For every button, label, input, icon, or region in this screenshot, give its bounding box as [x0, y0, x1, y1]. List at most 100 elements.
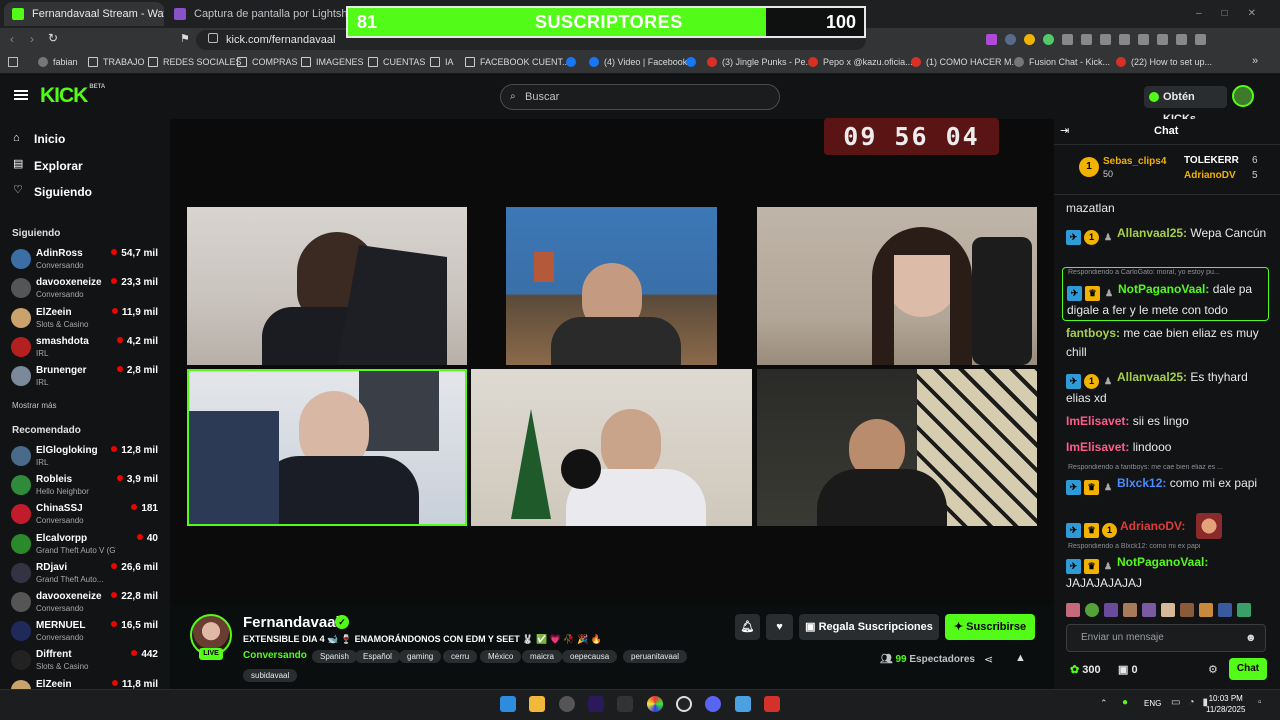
tag-7[interactable]: peruanitavaal: [623, 650, 688, 663]
sidebar-channel-chinassj[interactable]: ChinaSSJ Conversando 181: [0, 502, 170, 530]
notification-icon[interactable]: ▫: [1258, 697, 1262, 708]
subscribe-button[interactable]: ✦ Suscribirse: [945, 614, 1035, 640]
language-indicator[interactable]: ENG: [1144, 699, 1161, 708]
tag-8[interactable]: subidavaal: [243, 669, 298, 682]
emote-bar[interactable]: [1066, 603, 1266, 617]
extension-icons[interactable]: [986, 34, 1256, 46]
collapse-chat-icon[interactable]: ⇥: [1060, 124, 1069, 137]
color-app-icon[interactable]: [647, 696, 663, 712]
chat-username[interactable]: ImElisavet:: [1066, 440, 1129, 454]
bookmark-jingle-punks[interactable]: (3) Jingle Punks - Pe...: [707, 57, 813, 67]
bookmark-cuentas[interactable]: CUENTAS: [368, 57, 425, 67]
bookmark-redes-sociales[interactable]: REDES SOCIALES: [148, 57, 242, 67]
nav-explorar[interactable]: Explorar: [34, 159, 83, 173]
sidebar-channel-brunenger[interactable]: Brunenger IRL 2,8 mil: [0, 364, 170, 392]
chat-username[interactable]: NotPaganoVaal:: [1118, 282, 1209, 296]
taskbar-clock[interactable]: 10:03 PM 11/28/2025: [1206, 693, 1245, 715]
chat-username[interactable]: AdrianoDV:: [1120, 519, 1185, 533]
tag-3[interactable]: cerru: [443, 650, 478, 663]
bookmark-circle[interactable]: [566, 57, 581, 67]
windows-start-icon[interactable]: [500, 696, 516, 712]
bookmark-ia[interactable]: IA: [430, 57, 454, 67]
browser-taskbar-icon[interactable]: [559, 696, 575, 712]
brave-icon[interactable]: [764, 696, 780, 712]
emoji-icon[interactable]: ☻: [1245, 632, 1257, 644]
menu-icon[interactable]: [14, 90, 28, 100]
chat-text: Wepa Cancún: [1187, 226, 1267, 240]
tag-1[interactable]: Español: [355, 650, 400, 663]
tag-0[interactable]: Spanish: [312, 650, 357, 663]
sidebar-channel-davooxeneize[interactable]: davooxeneize Conversando 23,3 mil: [0, 276, 170, 304]
tag-2[interactable]: gaming: [399, 650, 442, 663]
bookmark-imagenes[interactable]: IMAGENES: [301, 57, 364, 67]
reload-icon[interactable]: ↻: [48, 31, 58, 45]
bookmark-icon[interactable]: ⚑: [180, 32, 190, 45]
bookmark-pepo[interactable]: Pepo x @kazu.oficia...: [808, 57, 913, 67]
premiere-icon[interactable]: [588, 696, 604, 712]
sidebar-channel-rdjavi[interactable]: RDjavi Grand Theft Auto... 26,6 mil: [0, 561, 170, 589]
bookmark-how-to-set-up[interactable]: (22) How to set up...: [1116, 57, 1212, 67]
follow-heart-button[interactable]: ♥: [766, 614, 793, 640]
points-display[interactable]: ✿ 300: [1070, 663, 1101, 676]
chat-username[interactable]: ImElisavet:: [1066, 414, 1129, 428]
sidebar-channel-diffrent[interactable]: Diffrent Slots & Casino 442: [0, 648, 170, 676]
window-controls[interactable]: –□✕: [1196, 8, 1276, 19]
sidebar-channel-elcalvorpp[interactable]: ElcalvorppGrand Theft Auto V (GTA) 40: [0, 532, 170, 560]
bookmark-video-facebook[interactable]: (4) Video | Facebook: [589, 57, 687, 67]
bookmark-fusion-chat[interactable]: Fusion Chat - Kick...: [1014, 57, 1110, 67]
chat-text: JAJAJAJAJAJ: [1066, 576, 1143, 590]
share-icon[interactable]: ⋖: [984, 653, 993, 666]
chat-input[interactable]: Enviar un mensaje: [1066, 624, 1266, 652]
mic-icon[interactable]: ●: [1122, 697, 1128, 708]
stream-category[interactable]: Conversando: [243, 650, 307, 661]
tag-5[interactable]: maicra: [522, 650, 563, 663]
bookmark-fabian[interactable]: fabian: [38, 57, 78, 67]
sidebar-channel-smashdota[interactable]: smashdota IRL 4,2 mil: [0, 335, 170, 363]
sidebar-channel-davooxeneize[interactable]: davooxeneize Conversando 22,8 mil: [0, 590, 170, 618]
report-icon[interactable]: ▲: [1015, 652, 1026, 664]
chat-username[interactable]: fantboys:: [1066, 326, 1120, 340]
more-bookmarks-icon[interactable]: »: [1252, 55, 1258, 67]
bookmark-compras[interactable]: COMPRAS: [237, 57, 298, 67]
send-chat-button[interactable]: Chat: [1229, 658, 1267, 680]
search-input[interactable]: ⌕ Buscar: [500, 84, 780, 110]
notification-bell-button[interactable]: 🔔︎: [735, 614, 760, 640]
tag-4[interactable]: México: [480, 650, 522, 663]
obs-icon[interactable]: [676, 696, 692, 712]
bookmark-facebook[interactable]: [686, 57, 701, 67]
back-icon[interactable]: ‹: [10, 32, 14, 46]
chat-username[interactable]: NotPaganoVaal:: [1117, 555, 1208, 569]
notepad-icon[interactable]: [735, 696, 751, 712]
browser-tab[interactable]: Captura de pantalla por Lightshot: [166, 2, 346, 26]
apps-icon[interactable]: [8, 57, 18, 67]
nav-inicio[interactable]: Inicio: [34, 132, 65, 146]
show-more-link[interactable]: Mostrar más: [12, 401, 56, 410]
chat-username[interactable]: Allanvaal25:: [1117, 226, 1187, 240]
sidebar-channel-elglogloking[interactable]: ElGlogloking IRL 12,8 mil: [0, 444, 170, 472]
bookmark-como-hacer[interactable]: (1) COMO HACER M...: [911, 57, 1019, 67]
user-avatar[interactable]: [1232, 85, 1254, 107]
get-kicks-button[interactable]: Obtén KICKs: [1144, 86, 1227, 125]
site-info-icon[interactable]: [208, 33, 218, 43]
gift-subs-button[interactable]: ▣ Regala Suscripciones: [799, 614, 939, 640]
bookmark-facebook-cuentas[interactable]: FACEBOOK CUENT...: [465, 57, 570, 67]
tray-chevron-icon[interactable]: ⌃: [1100, 698, 1108, 709]
nav-siguiendo[interactable]: Siguiendo: [34, 185, 92, 199]
browser-tab-active[interactable]: Fernandavaal Stream - Watch Li... ✕: [4, 2, 164, 26]
bookmark-trabajo[interactable]: TRABAJO: [88, 57, 145, 67]
sidebar-channel-elzeein[interactable]: ElZeein Slots & Casino 11,9 mil: [0, 306, 170, 334]
settings-gear-icon[interactable]: ⚙: [1208, 663, 1218, 676]
forward-icon[interactable]: ›: [30, 32, 34, 46]
kick-logo[interactable]: KICK BETA: [40, 84, 105, 108]
discord-icon[interactable]: [705, 696, 721, 712]
epic-games-icon[interactable]: [617, 696, 633, 712]
file-explorer-icon[interactable]: [529, 696, 545, 712]
tag-6[interactable]: oepecausa: [562, 650, 618, 663]
sidebar-channel-adinross[interactable]: AdinRoss Conversando 54,7 mil: [0, 247, 170, 275]
streamer-name[interactable]: Fernandavaal: [243, 614, 340, 631]
gifts-display[interactable]: ▣ 0: [1118, 663, 1138, 676]
chat-username[interactable]: Blxck12:: [1117, 476, 1166, 490]
sidebar-channel-robleis[interactable]: Robleis Hello Neighbor 3,9 mil: [0, 473, 170, 501]
chat-username[interactable]: Allanvaal25:: [1117, 370, 1187, 384]
sidebar-channel-mernuel[interactable]: MERNUEL Conversando 16,5 mil: [0, 619, 170, 647]
